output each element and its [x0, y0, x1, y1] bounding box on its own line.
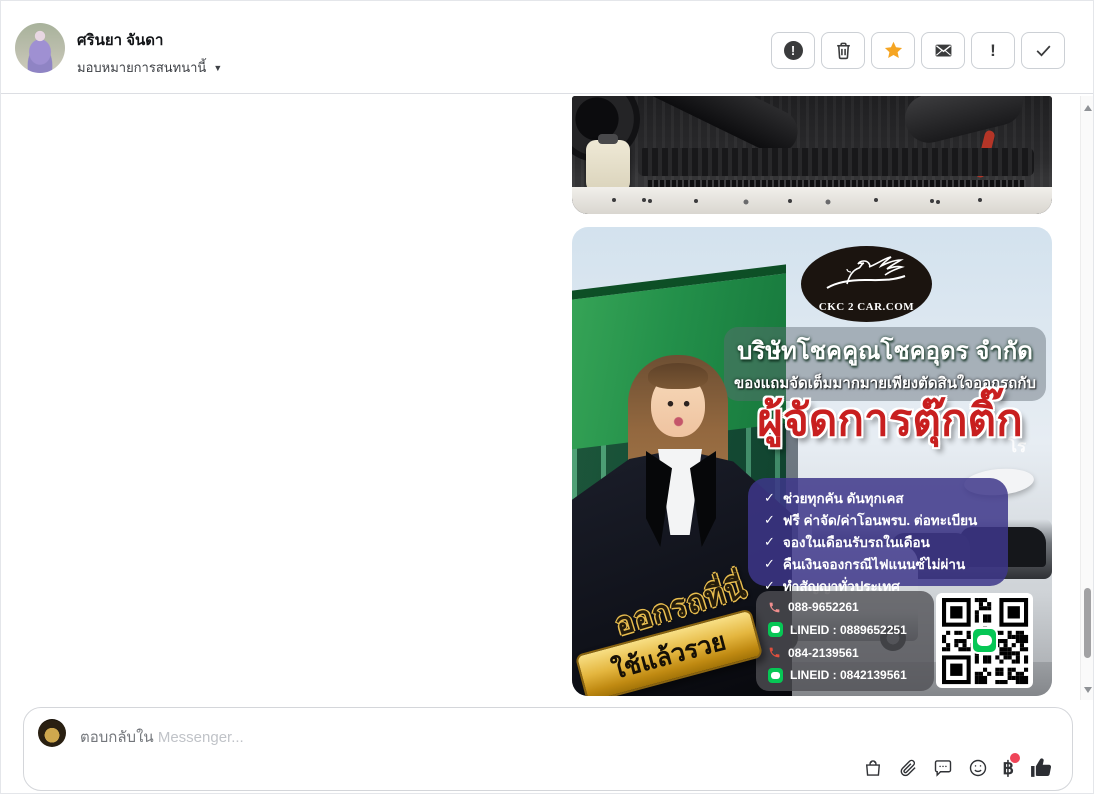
contact-name: ศรินยา จันดา	[77, 32, 164, 49]
checklist-item: ✓ ช่วยทุกคัน ดันทุกเคส	[764, 490, 904, 506]
placeholder-prefix: ตอบกลับใน	[80, 729, 154, 746]
bumper-frame	[572, 187, 1052, 214]
contact-avatar[interactable]	[15, 23, 65, 73]
envelope-icon	[935, 44, 951, 57]
star-icon	[884, 41, 902, 59]
chat-bubble-icon	[934, 759, 951, 777]
mark-spam-button[interactable]: !	[771, 32, 815, 69]
delete-button[interactable]	[821, 32, 865, 69]
mark-unread-button[interactable]	[921, 32, 965, 69]
company-name: บริษัทโชคคูณโชคอุดร จำกัด	[737, 338, 1033, 365]
reservoir-cap	[598, 134, 618, 144]
scrollbar[interactable]	[1080, 96, 1093, 700]
radiator-bar	[638, 148, 1034, 176]
composer-toolbar: ฿	[863, 752, 1054, 780]
ckc-logo: CKC 2 CAR.COM	[801, 246, 932, 322]
like-button[interactable]	[1029, 755, 1054, 780]
shop-bag-button[interactable]	[863, 758, 883, 778]
line-icon	[768, 667, 783, 683]
radiator-grille	[648, 180, 1026, 187]
bag-icon	[865, 759, 880, 776]
message-image-promo[interactable]: โร CKC 2 CAR.COM บริษัทโชคคูณโชคอุดร จำก…	[572, 227, 1052, 696]
line-icon	[768, 622, 783, 638]
attach-file-button[interactable]	[898, 758, 918, 778]
emoji-button[interactable]	[968, 758, 988, 778]
messenger-inbox-panel: ศรินยา จันดา มอบหมายการสนทนานี้ ▼ ! ! โร…	[0, 0, 1094, 794]
scroll-down-arrow[interactable]	[1084, 687, 1092, 693]
pegasus-icon	[826, 256, 906, 289]
scroll-thumb[interactable]	[1084, 588, 1091, 658]
logo-text: CKC 2 CAR.COM	[818, 301, 915, 313]
saved-replies-button[interactable]	[933, 758, 953, 778]
check-icon	[1036, 45, 1050, 57]
benefits-checklist: ✓ ช่วยทุกคัน ดันทุกเคส ✓ ฟรี ค่าจัด/ค่าโอน…	[748, 478, 1008, 594]
page-avatar	[38, 719, 66, 747]
contact-box: 088-9652261 LINEID : 0889652251 084-2139…	[756, 591, 934, 691]
checklist-item: ✓ คืนเงินจองกรณีไฟแนนซ์ไม่ผ่าน	[764, 556, 966, 572]
contact-row: 084-2139561	[768, 646, 926, 660]
reply-composer[interactable]: ตอบกลับใน Messenger... ฿	[23, 707, 1073, 791]
exclamation-circle-icon: !	[783, 41, 803, 60]
message-image-engine[interactable]	[572, 96, 1052, 214]
checklist-item: ✓ ฟรี ค่าจัด/ค่าโอนพรบ. ต่อทะเบียน	[764, 512, 978, 528]
chevron-down-icon: ▼	[213, 62, 223, 73]
like-icon	[1031, 758, 1052, 777]
line-qr-logo	[971, 627, 998, 654]
bumper-bolt-holes	[612, 198, 616, 202]
check-icon: ✓	[764, 534, 775, 549]
exclamation-icon: !	[990, 40, 996, 60]
notification-dot	[1010, 752, 1020, 763]
phone-icon	[769, 647, 780, 658]
mark-important-button[interactable]: !	[971, 32, 1015, 69]
scroll-up-arrow[interactable]	[1084, 105, 1092, 111]
reply-input[interactable]: ตอบกลับใน Messenger...	[80, 725, 244, 749]
checklist-item: ✓ จองในเดือนรับรถในเดือน	[764, 534, 930, 550]
coolant-reservoir	[586, 140, 630, 194]
header-action-bar: ! !	[771, 32, 1065, 69]
woman-bangs	[648, 363, 708, 389]
star-button[interactable]	[871, 32, 915, 69]
contact-row: LINEID : 0842139561	[768, 667, 926, 683]
contact-row: 088-9652261	[768, 600, 926, 614]
mark-done-button[interactable]	[1021, 32, 1065, 69]
conversation-header: ศรินยา จันดา มอบหมายการสนทนานี้ ▼ ! !	[1, 1, 1093, 94]
placeholder-suffix: Messenger...	[157, 729, 244, 746]
trash-icon	[836, 42, 850, 60]
promo-subtitle: ของแถมจัดเต็มมากมายเพียงตัดสินใจออกรถกับ	[734, 375, 1036, 392]
paperclip-icon	[900, 759, 916, 776]
check-icon: ✓	[764, 490, 775, 505]
payment-button[interactable]: ฿	[1003, 752, 1020, 778]
check-icon: ✓	[764, 512, 775, 527]
assign-label: มอบหมายการสนทนานี้	[77, 60, 207, 75]
contact-row: LINEID : 0889652251	[768, 622, 926, 638]
promo-title: ผู้จัดการตุ๊กติ๊ก	[757, 396, 1023, 445]
emoji-icon	[969, 759, 986, 776]
qr-code	[936, 593, 1033, 688]
assign-conversation-dropdown[interactable]: มอบหมายการสนทนานี้ ▼	[77, 57, 222, 78]
